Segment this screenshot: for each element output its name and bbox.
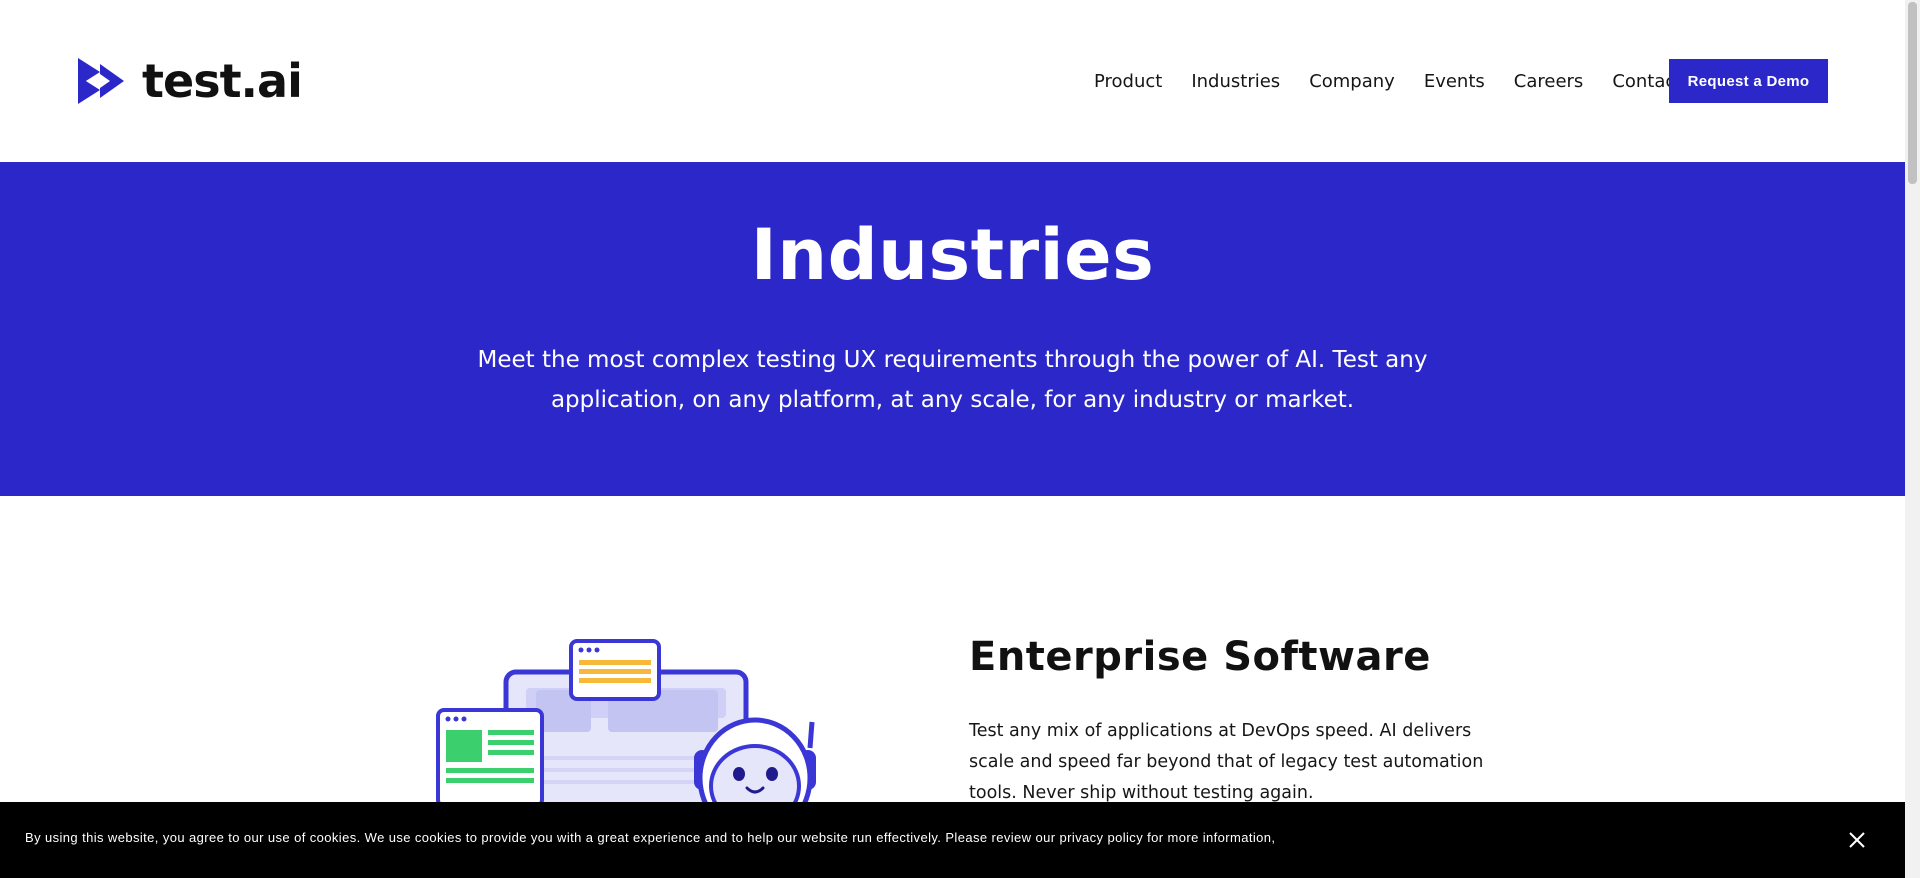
request-demo-button[interactable]: Request a Demo [1669, 59, 1828, 103]
nav-company[interactable]: Company [1309, 70, 1395, 94]
nav-product[interactable]: Product [1094, 70, 1162, 94]
logo[interactable]: test.ai [78, 54, 303, 108]
page-title: Industries [750, 214, 1155, 296]
cookie-banner-text: By using this website, you agree to our … [25, 830, 1276, 845]
scrollbar-thumb[interactable] [1908, 2, 1917, 184]
cookie-banner: By using this website, you agree to our … [0, 802, 1905, 878]
nav-industries[interactable]: Industries [1191, 70, 1280, 94]
hero-banner: Industries Meet the most complex testing… [0, 162, 1905, 496]
nav-events[interactable]: Events [1424, 70, 1485, 94]
close-icon[interactable] [1848, 831, 1866, 849]
logo-mark-icon [78, 58, 124, 104]
section-body: Test any mix of applications at DevOps s… [969, 721, 1484, 803]
hero-subtitle: Meet the most complex testing UX require… [477, 347, 1428, 413]
site-header: test.ai Product Industries Company Event… [0, 0, 1905, 162]
section-title: Enterprise Software [969, 634, 1431, 680]
page-scrollbar[interactable] [1905, 0, 1920, 878]
robot-laptop-illustration [436, 638, 836, 839]
logo-text: test.ai [142, 54, 303, 108]
main-nav: Product Industries Company Events Career… [1094, 70, 1711, 94]
nav-careers[interactable]: Careers [1514, 70, 1584, 94]
page: test.ai Product Industries Company Event… [0, 0, 1905, 878]
